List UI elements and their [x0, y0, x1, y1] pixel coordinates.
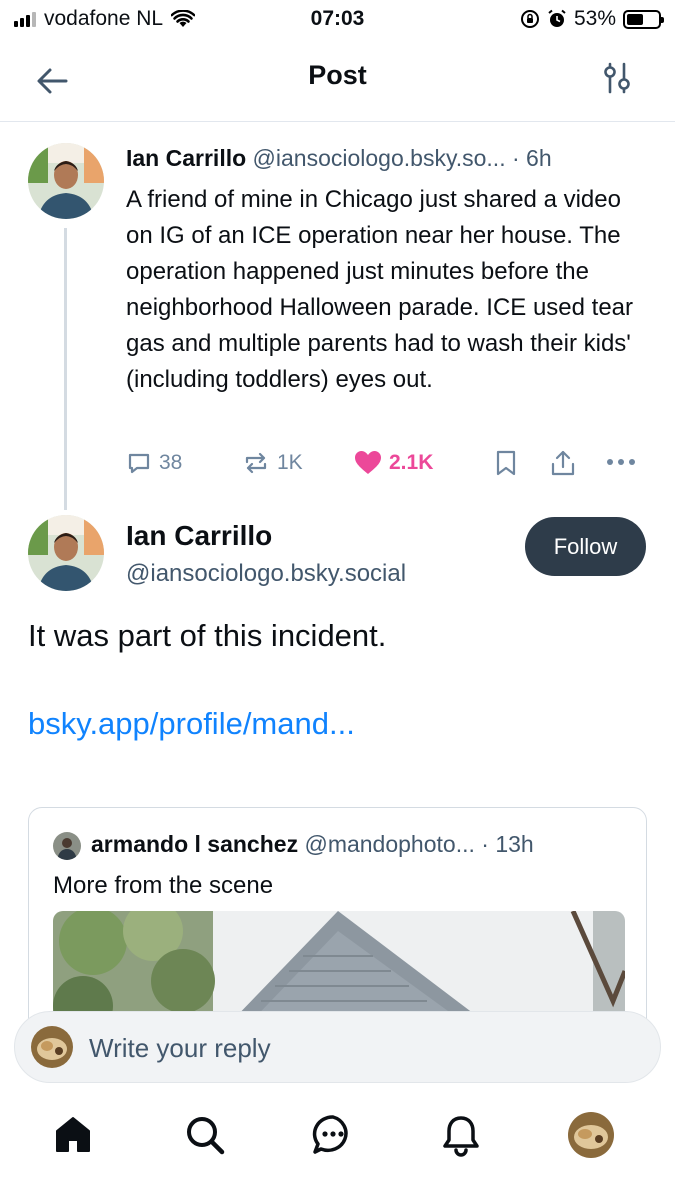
my-avatar: [31, 1026, 73, 1068]
reply-icon: [128, 453, 150, 474]
battery-fill: [627, 13, 643, 25]
more-options-icon[interactable]: [606, 458, 636, 466]
alarm-icon: [548, 9, 566, 27]
tab-home[interactable]: [48, 1110, 98, 1160]
main-author-name[interactable]: Ian Carrillo: [126, 520, 272, 552]
quoted-post-text: More from the scene: [53, 872, 274, 899]
home-icon: [56, 1117, 90, 1152]
orientation-lock-icon: [520, 10, 539, 28]
like-action[interactable]: 2.1K: [354, 446, 433, 480]
repost-count: 1K: [277, 451, 303, 474]
share-icon[interactable]: [550, 449, 576, 477]
heart-filled-icon: [355, 451, 381, 474]
tab-chat[interactable]: [308, 1110, 358, 1160]
search-icon: [187, 1117, 225, 1155]
quoted-author-handle: @mandophoto...: [304, 831, 475, 857]
sliders-icon[interactable]: [599, 60, 635, 96]
like-count: 2.1K: [389, 451, 434, 474]
main-author-avatar[interactable]: [28, 515, 104, 591]
thread-line: [64, 228, 67, 510]
parent-author-avatar[interactable]: [28, 143, 104, 219]
tab-search[interactable]: [180, 1110, 230, 1160]
meta-separator: ·: [481, 831, 489, 857]
meta-separator: ·: [511, 145, 520, 171]
parent-author-name[interactable]: Ian Carrillo: [126, 145, 246, 171]
post-header: Post: [0, 40, 675, 122]
follow-button[interactable]: Follow: [525, 517, 646, 576]
tab-notifications[interactable]: [436, 1110, 486, 1160]
main-post-text: It was part of this incident.: [28, 618, 387, 653]
repost-action[interactable]: 1K: [242, 446, 303, 480]
status-right: 53%: [520, 7, 664, 31]
profile-avatar: [568, 1112, 614, 1158]
parent-post-age: 6h: [526, 145, 552, 171]
bookmark-icon[interactable]: [494, 450, 518, 476]
battery-percent: 53%: [573, 7, 616, 30]
repost-icon: [245, 452, 267, 474]
chat-icon: [312, 1115, 348, 1154]
bell-icon: [443, 1116, 479, 1157]
parent-post-text: A friend of mine in Chicago just shared …: [126, 186, 634, 393]
reply-count: 38: [159, 451, 183, 474]
bottom-tab-bar: [0, 1096, 675, 1200]
reply-composer[interactable]: Write your reply: [14, 1011, 661, 1083]
post-link[interactable]: bsky.app/profile/mand...: [28, 706, 355, 742]
quoted-author-name: armando l sanchez: [91, 831, 299, 857]
reply-input[interactable]: Write your reply: [89, 1033, 271, 1064]
parent-post-meta: Ian Carrillo @iansociologo.bsky.so... · …: [126, 145, 648, 172]
parent-post-actions: 38 1K 2.1K: [126, 446, 646, 480]
status-bar: vodafone NL 07:03 53%: [0, 0, 675, 40]
battery-icon: [623, 9, 664, 29]
page-title: Post: [308, 60, 367, 90]
quoted-post-age: 13h: [495, 831, 534, 857]
quoted-post-meta: armando l sanchez @mandophoto... · 13h: [91, 831, 534, 858]
tab-profile[interactable]: [566, 1110, 616, 1160]
main-author-handle[interactable]: @iansociologo.bsky.social: [126, 560, 406, 588]
reply-action[interactable]: 38: [126, 446, 182, 480]
parent-author-handle[interactable]: @iansociologo.bsky.so...: [253, 145, 506, 171]
quoted-author-avatar: [53, 832, 81, 860]
